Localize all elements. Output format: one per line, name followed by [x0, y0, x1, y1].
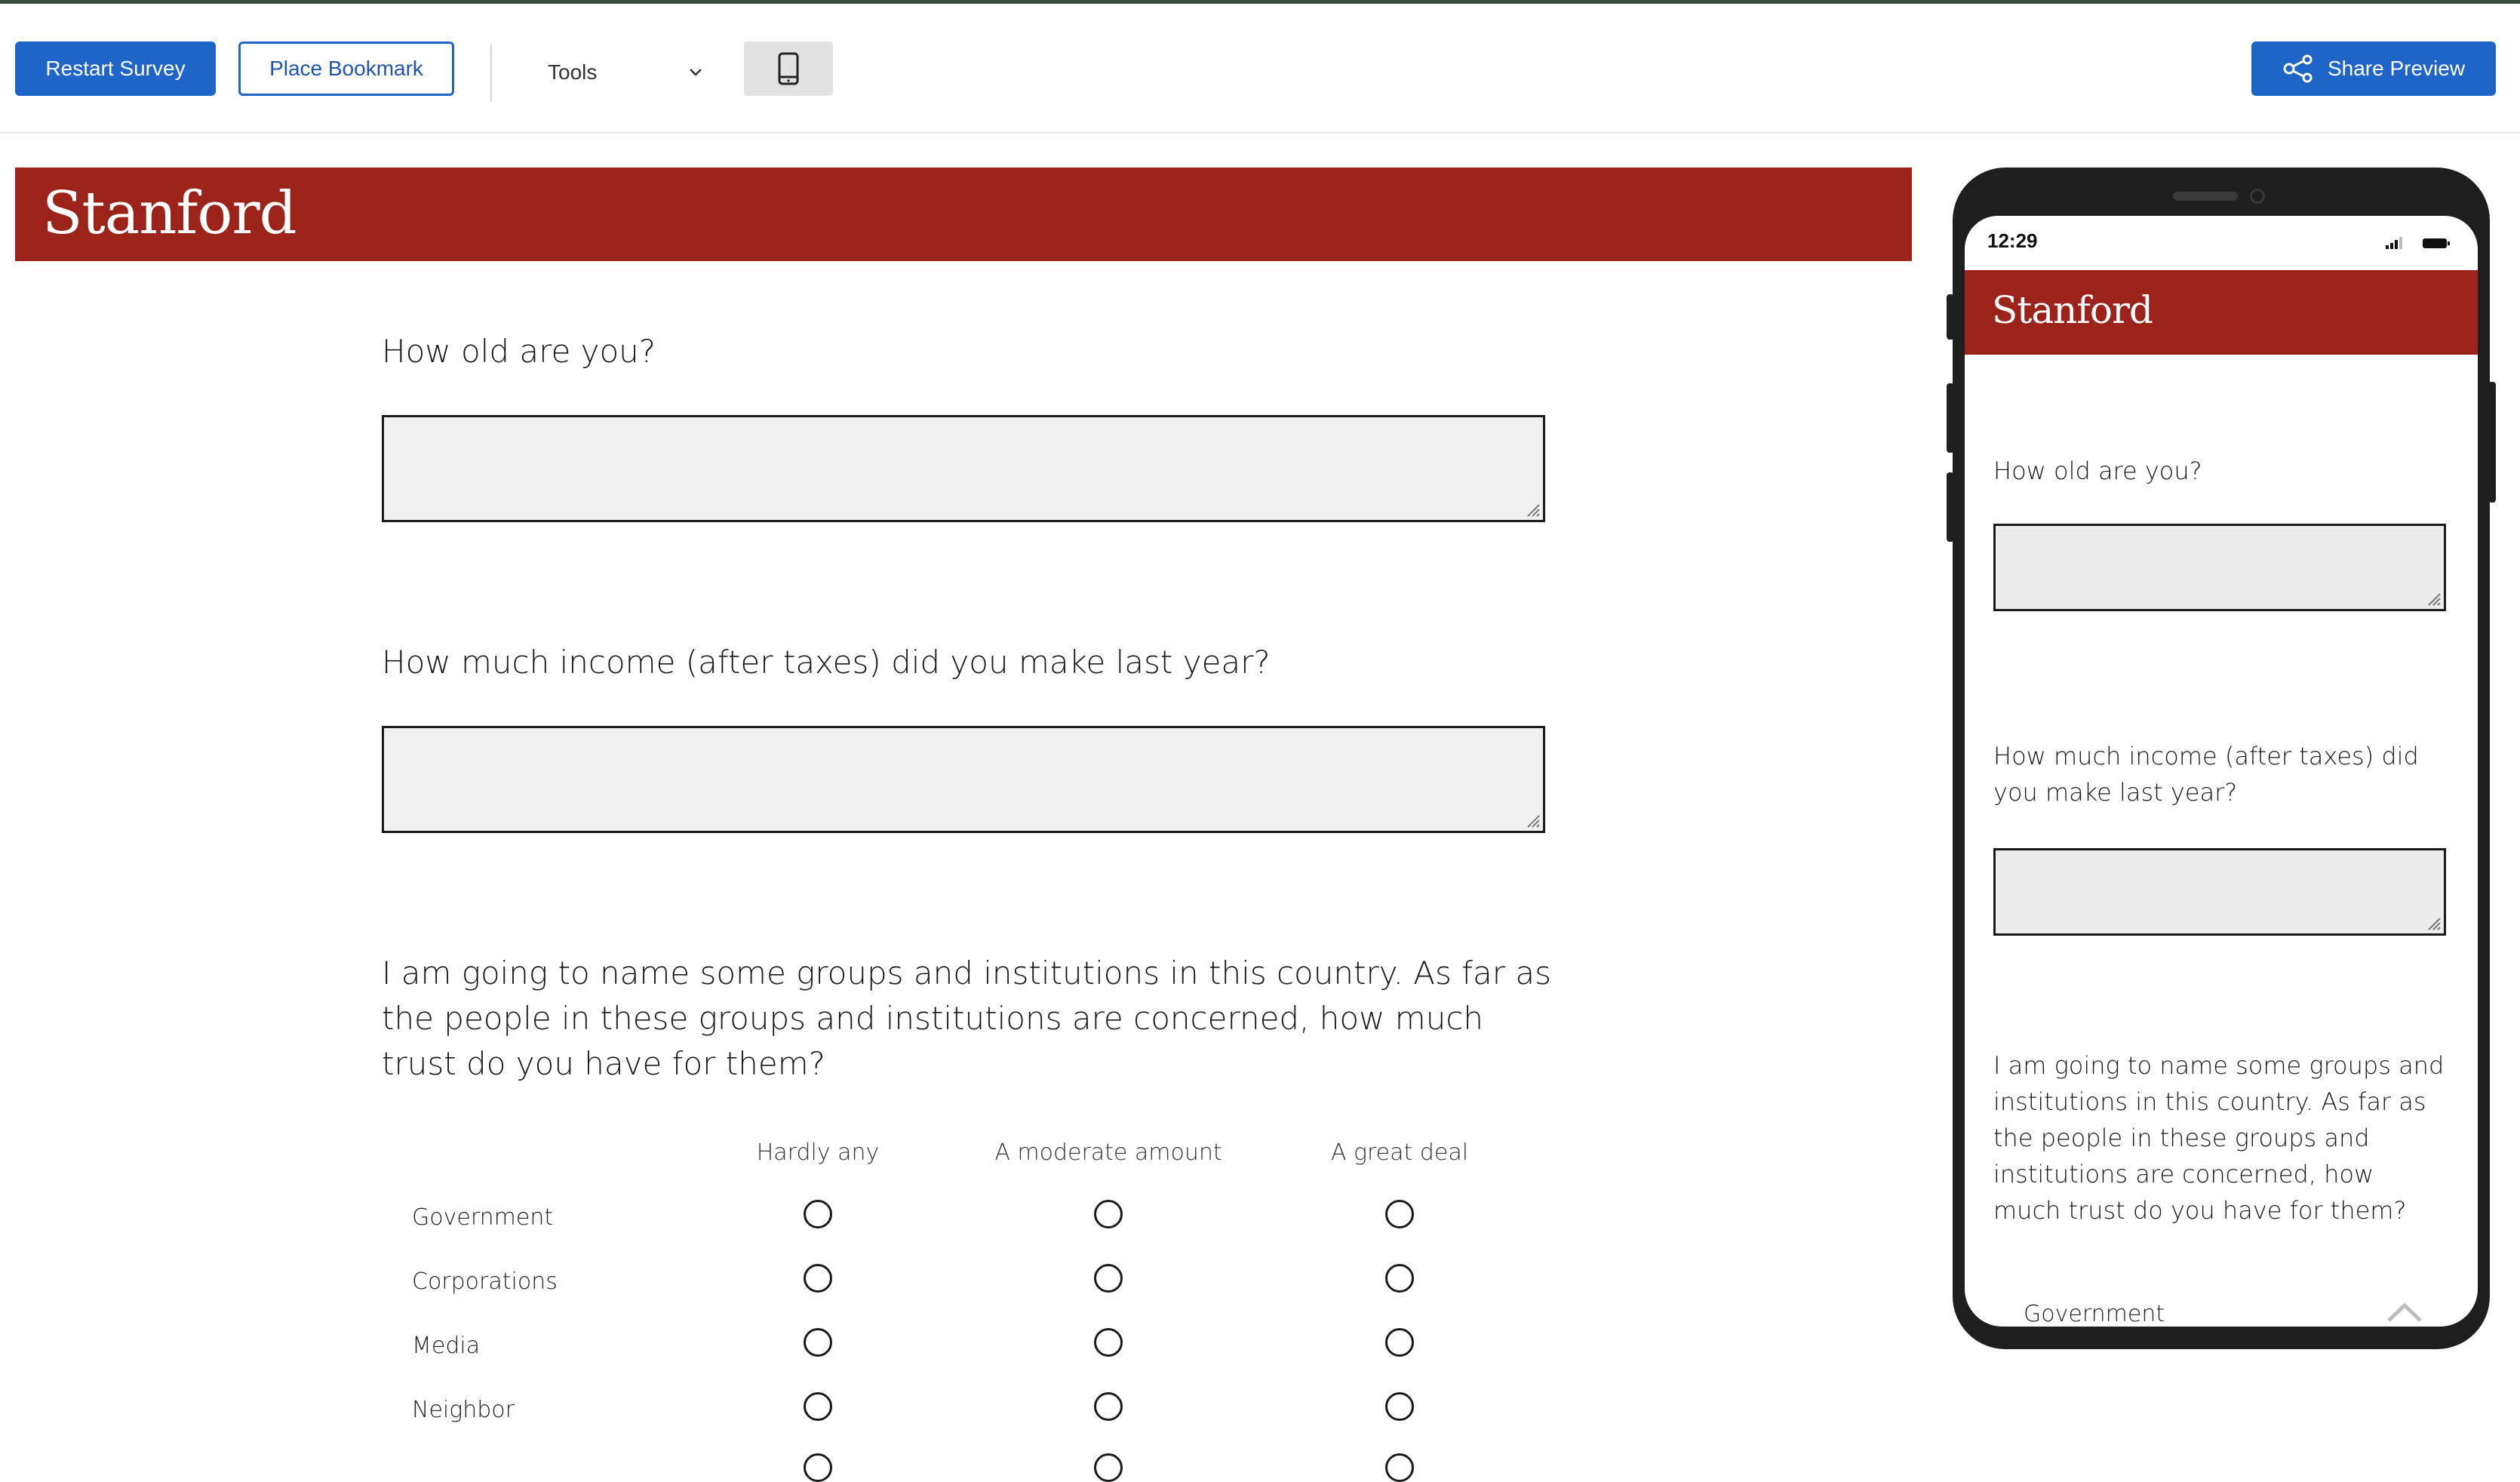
radio-corporations-great-deal[interactable] [1385, 1264, 1414, 1293]
mobile-header-banner: Stanford [1965, 270, 2478, 355]
mobile-preview-screen[interactable]: 12:29 Stanford How old are you? How much… [1965, 216, 2478, 1327]
radio-media-hardly-any[interactable] [804, 1328, 832, 1357]
mobile-status-bar: 12:29 [1965, 216, 2478, 269]
phone-camera [2250, 189, 2265, 204]
place-bookmark-button[interactable]: Place Bookmark [238, 42, 454, 96]
resize-handle-icon[interactable] [1523, 811, 1540, 828]
matrix-column-header: A great deal [1330, 1139, 1469, 1166]
matrix-row-label: Corporations [412, 1268, 558, 1295]
survey-logo: Stanford [42, 180, 297, 248]
mobile-question-age: How old are you? [1993, 457, 2202, 485]
share-preview-label: Share Preview [2327, 57, 2466, 80]
share-nodes-icon [2283, 54, 2313, 83]
mobile-preview-device: 12:29 Stanford How old are you? How much… [1953, 168, 2490, 1349]
mobile-survey-logo: Stanford [1992, 288, 2153, 332]
mobile-preview-toggle[interactable] [744, 42, 833, 96]
restart-survey-label: Restart Survey [45, 57, 186, 80]
share-preview-button[interactable]: Share Preview [2251, 42, 2496, 96]
radio-neighbor-great-deal[interactable] [1385, 1392, 1414, 1421]
radio-next-row-moderate[interactable] [1094, 1453, 1123, 1482]
toolbar-divider [490, 45, 492, 102]
radio-government-hardly-any[interactable] [804, 1200, 832, 1228]
survey-header-banner: Stanford [15, 168, 1912, 261]
resize-handle-icon[interactable] [2424, 589, 2441, 606]
radio-government-moderate[interactable] [1094, 1200, 1123, 1228]
matrix-row-label: Government [412, 1204, 554, 1231]
mobile-age-input[interactable] [1993, 524, 2446, 611]
mobile-question-income: How much income (after taxes) did you ma… [1993, 742, 2419, 807]
radio-government-great-deal[interactable] [1385, 1200, 1414, 1228]
mobile-income-input[interactable] [1993, 848, 2446, 936]
matrix-column-header: A moderate amount [994, 1139, 1222, 1166]
chevron-down-icon [690, 69, 702, 76]
age-text-input[interactable] [382, 415, 1545, 522]
income-text-input[interactable] [382, 726, 1545, 833]
mobile-matrix-row-label: Government [2024, 1301, 2165, 1327]
tools-label: Tools [548, 60, 598, 84]
question-trust: I am going to name some groups and insti… [382, 955, 1552, 1082]
radio-corporations-moderate[interactable] [1094, 1264, 1123, 1293]
matrix-row-label: Media [412, 1333, 481, 1359]
matrix-column-header: Hardly any [756, 1139, 880, 1166]
question-income: How much income (after taxes) did you ma… [382, 644, 1271, 681]
place-bookmark-label: Place Bookmark [269, 57, 423, 80]
radio-next-row-hardly-any[interactable] [804, 1453, 832, 1482]
chevron-up-icon[interactable] [2386, 1301, 2423, 1324]
mobile-clock: 12:29 [1987, 229, 2038, 252]
phone-speaker [2173, 192, 2238, 201]
tools-dropdown[interactable]: Tools [528, 45, 709, 100]
battery-icon [2423, 238, 2450, 248]
signal-icon [2386, 237, 2402, 249]
radio-corporations-hardly-any[interactable] [804, 1264, 832, 1293]
radio-neighbor-moderate[interactable] [1094, 1392, 1123, 1421]
resize-handle-icon[interactable] [2424, 914, 2441, 930]
matrix-row-label: Neighbor [412, 1397, 515, 1423]
radio-neighbor-hardly-any[interactable] [804, 1392, 832, 1421]
mobile-question-trust: I am going to name some groups and insti… [1993, 1051, 2445, 1225]
restart-survey-button[interactable]: Restart Survey [15, 42, 216, 96]
radio-media-moderate[interactable] [1094, 1328, 1123, 1357]
radio-next-row-great-deal[interactable] [1385, 1453, 1414, 1482]
radio-media-great-deal[interactable] [1385, 1328, 1414, 1357]
question-age: How old are you? [382, 333, 656, 370]
resize-handle-icon[interactable] [1523, 500, 1540, 517]
preview-toolbar: Restart Survey Place Bookmark Tools Shar… [0, 4, 2520, 134]
mobile-phone-icon [778, 52, 799, 85]
